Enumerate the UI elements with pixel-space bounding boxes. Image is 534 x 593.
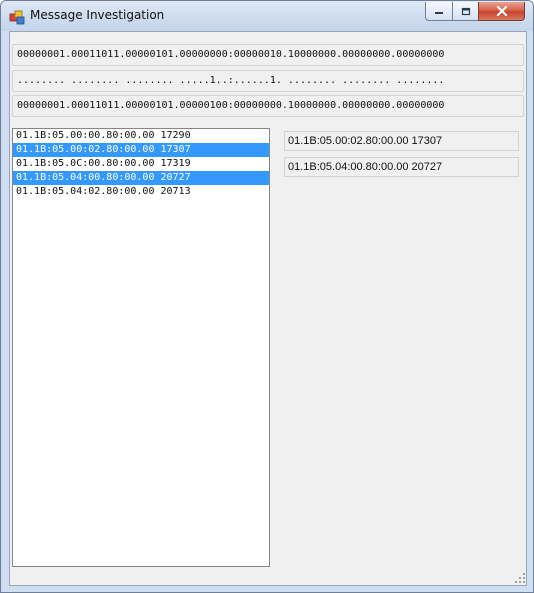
selected-message-second[interactable]: 01.1B:05.04:00.80:00.00 20727 <box>284 157 519 177</box>
bits-row-second[interactable]: 00000001.00011011.00000101.00000100:0000… <box>12 95 524 117</box>
client-area: 00000001.00011011.00000101.00000000:0000… <box>9 31 527 586</box>
message-list-item[interactable]: 01.1B:05.00:02.80:00.00 17307 <box>13 143 269 157</box>
close-icon <box>496 6 507 16</box>
bits-row-first[interactable]: 00000001.00011011.00000101.00000000:0000… <box>12 44 524 66</box>
window-title: Message Investigation <box>30 8 165 22</box>
title-bar[interactable]: Message Investigation <box>1 1 533 31</box>
message-list-item[interactable]: 01.1B:05.0C:00.80:00.00 17319 <box>13 157 269 171</box>
minimize-icon <box>435 12 443 14</box>
message-investigation-window: Message Investigation 00000001.00011011.… <box>0 0 534 593</box>
maximize-button[interactable] <box>452 2 479 21</box>
resize-grip-icon[interactable] <box>514 572 526 584</box>
close-button[interactable] <box>478 2 525 21</box>
message-listbox[interactable]: 01.1B:05.00:00.80:00.00 17290 01.1B:05.0… <box>12 128 270 567</box>
bits-diff-row[interactable]: ........ ........ ........ .....1..:....… <box>12 70 524 92</box>
message-list-item[interactable]: 01.1B:05.04:02.80:00.00 20713 <box>13 185 269 199</box>
message-list-item[interactable]: 01.1B:05.04:00.80:00.00 20727 <box>13 171 269 185</box>
minimize-button[interactable] <box>425 2 453 21</box>
message-list-item[interactable]: 01.1B:05.00:00.80:00.00 17290 <box>13 129 269 143</box>
selected-message-first[interactable]: 01.1B:05.00:02.80:00.00 17307 <box>284 131 519 151</box>
maximize-icon <box>461 7 470 15</box>
app-icon <box>9 10 25 25</box>
